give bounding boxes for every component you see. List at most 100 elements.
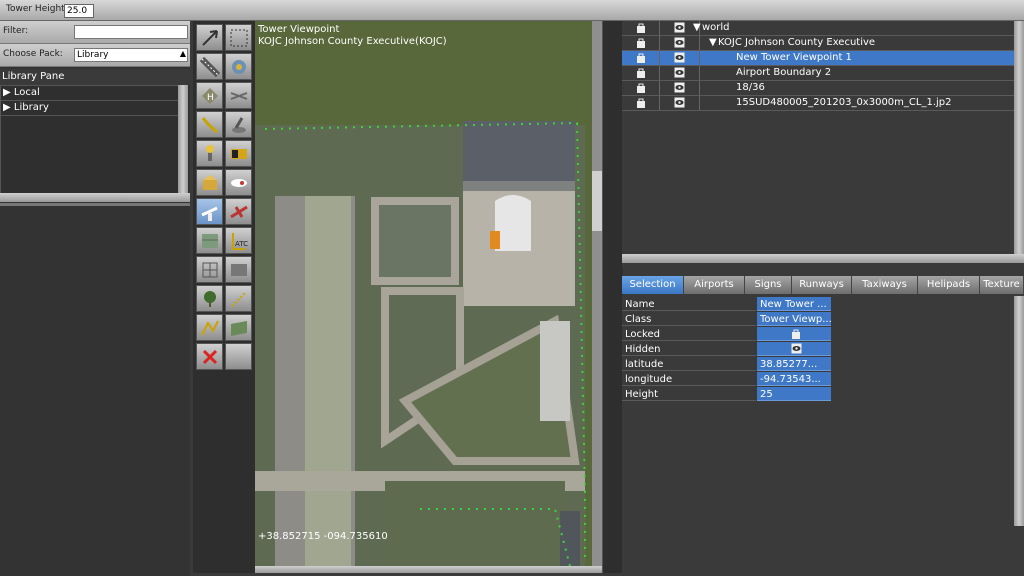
draped-tool-icon[interactable]: [225, 314, 252, 341]
property-value[interactable]: 38.85277...: [757, 357, 831, 371]
property-value[interactable]: [757, 327, 831, 341]
property-value[interactable]: -94.73543...: [757, 372, 831, 386]
filter-row: Filter:: [0, 21, 190, 44]
hierarchy-row[interactable]: world ▼: [622, 21, 1014, 36]
tree-item-library[interactable]: ▶ Library: [1, 101, 179, 116]
sign-tool-icon[interactable]: [225, 140, 252, 167]
polygon-tool-icon[interactable]: [225, 256, 252, 283]
facade-tool-icon[interactable]: [196, 227, 223, 254]
hierarchy-item-label: 15SUD480005_201203_0x3000m_CL_1.jp2: [736, 97, 952, 108]
chevron-down-icon[interactable]: ▲: [180, 49, 186, 58]
property-key: Hidden: [622, 342, 756, 356]
eye-icon[interactable]: [674, 67, 685, 78]
line-tool-icon[interactable]: [196, 314, 223, 341]
choose-pack-select[interactable]: Library: [74, 48, 188, 62]
property-value[interactable]: Tower Viewp...: [757, 312, 831, 326]
lock-icon[interactable]: [791, 328, 801, 339]
hierarchy-row[interactable]: KOJC Johnson County Executive ▼: [622, 36, 1014, 51]
library-horizontal-scrollbar[interactable]: [0, 193, 190, 202]
hierarchy-item-label: 18/36: [736, 82, 765, 93]
tab-helipads[interactable]: Helipads: [918, 276, 980, 294]
hierarchy-item-label: KOJC Johnson County Executive: [718, 37, 876, 48]
property-value[interactable]: New Tower ...: [757, 297, 831, 311]
map-title: Tower Viewpoint KOJC Johnson County Exec…: [258, 24, 447, 48]
runway-tool-icon[interactable]: [196, 53, 223, 80]
filter-input[interactable]: [74, 25, 188, 39]
eye-icon[interactable]: [674, 52, 685, 63]
panel-divider[interactable]: [602, 21, 623, 573]
tab-signs[interactable]: Signs: [745, 276, 792, 294]
windsock-tool-icon[interactable]: [225, 111, 252, 138]
lock-icon[interactable]: [636, 52, 646, 63]
tree-item-label: Library: [13, 102, 49, 113]
svg-text:H: H: [207, 93, 214, 103]
empty-preview-area: [0, 203, 190, 576]
plane-tool-icon[interactable]: [225, 198, 252, 225]
properties-vertical-scrollbar[interactable]: [1014, 296, 1024, 526]
string-tool-icon[interactable]: [196, 256, 223, 283]
hierarchy-vertical-scrollbar[interactable]: [1014, 21, 1024, 254]
cursor-coordinates: +38.852715 -094.735610: [258, 531, 388, 542]
svg-text:ATC: ATC: [235, 240, 248, 248]
property-key: Name: [622, 297, 756, 311]
tab-selection[interactable]: Selection: [622, 276, 684, 294]
delete-tool-icon[interactable]: [196, 343, 223, 370]
map-title-line2: KOJC Johnson County Executive(KOJC): [258, 36, 447, 47]
expand-arrow-icon[interactable]: ▼: [709, 36, 717, 50]
expand-arrow-icon[interactable]: ▼: [693, 21, 701, 35]
eye-icon[interactable]: [674, 37, 685, 48]
atc-tool-icon[interactable]: ATC: [225, 227, 252, 254]
property-value[interactable]: 25: [757, 387, 831, 401]
exclusion-tool-icon[interactable]: [225, 285, 252, 312]
library-pane-label: Library Pane: [2, 71, 65, 82]
library-tree: ▶ Local ▶ Library: [0, 85, 180, 195]
marquee-tool-icon[interactable]: [225, 24, 252, 51]
expand-arrow-icon[interactable]: ▶: [3, 102, 11, 113]
hierarchy-row[interactable]: Airport Boundary 2: [622, 66, 1014, 81]
tree-item-label: Local: [13, 87, 40, 98]
lock-icon[interactable]: [636, 82, 646, 93]
property-key: Height: [622, 387, 756, 401]
beacon-tool-icon[interactable]: [225, 53, 252, 80]
map-horizontal-scrollbar[interactable]: [255, 566, 602, 573]
blank-tool-icon[interactable]: [225, 343, 252, 370]
library-vertical-scrollbar[interactable]: [178, 85, 188, 193]
top-toolbar: Tower Height 25.0: [0, 0, 1024, 21]
hierarchy-row[interactable]: New Tower Viewpoint 1: [622, 51, 1014, 66]
property-key: latitude: [622, 357, 756, 371]
eye-icon[interactable]: [674, 82, 685, 93]
lock-icon[interactable]: [636, 67, 646, 78]
eye-icon[interactable]: [791, 343, 802, 354]
lock-icon[interactable]: [636, 37, 646, 48]
tower-height-input[interactable]: 25.0: [64, 4, 94, 18]
taxiline-tool-icon[interactable]: [196, 111, 223, 138]
property-value[interactable]: [757, 342, 831, 356]
tab-texture[interactable]: Texture: [980, 276, 1024, 294]
tab-airports[interactable]: Airports: [684, 276, 745, 294]
lock-icon[interactable]: [636, 97, 646, 108]
eye-icon[interactable]: [674, 22, 685, 33]
startlocation-tool-icon[interactable]: [225, 169, 252, 196]
hierarchy-row[interactable]: 15SUD480005_201203_0x3000m_CL_1.jp2: [622, 96, 1014, 111]
boundary-tool-icon[interactable]: [225, 82, 252, 109]
hierarchy-panel: world ▼ KOJC Johnson County Executive ▼ New …: [622, 21, 1024, 268]
map-view[interactable]: Tower Viewpoint KOJC Johnson County Exec…: [255, 21, 602, 566]
object-tool-icon[interactable]: [196, 169, 223, 196]
tool-palette: H ATC: [193, 21, 255, 573]
eye-icon[interactable]: [674, 97, 685, 108]
light-tool-icon[interactable]: [196, 140, 223, 167]
tree-item-local[interactable]: ▶ Local: [1, 86, 179, 101]
hierarchy-horizontal-scrollbar[interactable]: [622, 254, 1024, 263]
forest-tool-icon[interactable]: [196, 285, 223, 312]
helipad-tool-icon[interactable]: H: [196, 82, 223, 109]
hierarchy-row[interactable]: 18/36: [622, 81, 1014, 96]
tower-viewpoint-tool-icon[interactable]: [196, 198, 223, 225]
property-key: Class: [622, 312, 756, 326]
expand-arrow-icon[interactable]: ▶: [3, 87, 11, 98]
hierarchy-item-label: world: [702, 22, 730, 33]
tab-runways[interactable]: Runways: [792, 276, 852, 294]
tower-height-label: Tower Height: [6, 4, 65, 14]
tab-taxiways[interactable]: Taxiways: [852, 276, 918, 294]
vertex-tool-icon[interactable]: [196, 24, 223, 51]
lock-icon[interactable]: [636, 22, 646, 33]
